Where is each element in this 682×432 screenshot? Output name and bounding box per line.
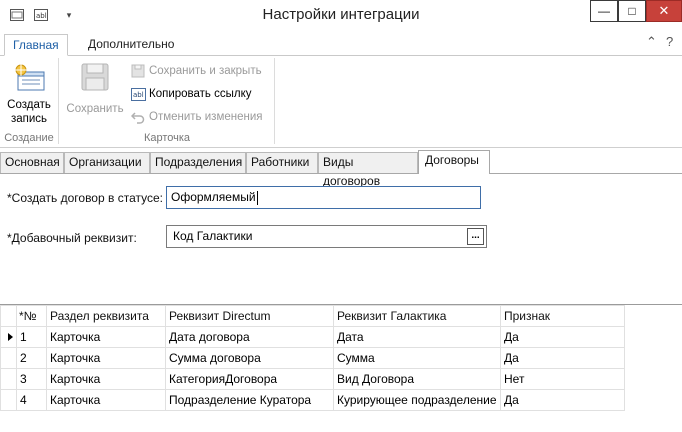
row-header-corner: [0, 305, 17, 327]
column-header-directum[interactable]: Реквизит Directum: [165, 305, 334, 327]
tab-contracts[interactable]: Договоры: [418, 150, 490, 174]
cell-number[interactable]: 3: [16, 368, 47, 390]
column-header-sign[interactable]: Признак: [500, 305, 625, 327]
group-separator: [58, 58, 59, 144]
cell-directum[interactable]: Дата договора: [165, 326, 334, 348]
cell-section[interactable]: Карточка: [46, 368, 166, 390]
table-row[interactable]: 3 Карточка КатегорияДоговора Вид Договор…: [0, 368, 625, 390]
copy-link-button[interactable]: abl Копировать ссылку: [130, 85, 252, 103]
requisite-field[interactable]: Код Галактики ...: [166, 225, 487, 248]
mapping-table: *№ Раздел реквизита Реквизит Directum Ре…: [0, 305, 625, 411]
cell-section[interactable]: Карточка: [46, 389, 166, 411]
form-tabs: Основная Организации Подразделения Работ…: [0, 150, 682, 188]
row-header: [0, 368, 17, 390]
cell-number[interactable]: 2: [16, 347, 47, 369]
column-header-number[interactable]: *№: [16, 305, 47, 327]
ribbon-tabs: Главная Дополнительно ⌃ ?: [0, 30, 682, 56]
close-button[interactable]: ✕: [646, 0, 682, 22]
save-label: Сохранить: [66, 103, 124, 115]
group-label-create: Создание: [4, 132, 54, 144]
requisite-field-label: *Добавочный реквизит:: [7, 231, 137, 245]
save-close-icon: [130, 63, 146, 79]
save-and-close-label: Сохранить и закрыть: [149, 65, 262, 77]
group-separator: [274, 58, 275, 144]
cell-directum[interactable]: Подразделение Куратора: [165, 389, 334, 411]
cell-number[interactable]: 1: [16, 326, 47, 348]
new-record-icon: [15, 64, 45, 91]
copy-link-icon: abl: [130, 86, 146, 102]
cell-galaktika[interactable]: Курирующее подразделение: [333, 389, 501, 411]
help-icon[interactable]: ?: [666, 34, 673, 49]
status-field-value: Оформляемый: [171, 190, 256, 204]
title-bar: abl ▾ Настройки интеграции — □ ✕: [0, 0, 682, 30]
cancel-changes-label: Отменить изменения: [149, 111, 263, 123]
tab-departments[interactable]: Подразделения: [150, 152, 246, 173]
mapping-grid: *№ Раздел реквизита Реквизит Directum Ре…: [0, 304, 682, 432]
save-button[interactable]: Сохранить: [62, 62, 128, 116]
tab-employees[interactable]: Работники: [246, 152, 318, 173]
text-caret: [256, 190, 258, 205]
group-label-card: Карточка: [143, 132, 191, 144]
table-row[interactable]: 4 Карточка Подразделение Куратора Куриру…: [0, 389, 625, 411]
row-header: [0, 389, 17, 411]
cell-galaktika[interactable]: Вид Договора: [333, 368, 501, 390]
cell-sign[interactable]: Да: [500, 326, 625, 348]
requisite-field-value: Код Галактики: [173, 229, 253, 243]
cell-section[interactable]: Карточка: [46, 347, 166, 369]
new-record-button[interactable]: Создать запись: [4, 62, 54, 126]
ribbon-tab-home[interactable]: Главная: [4, 34, 68, 56]
tab-organizations[interactable]: Организации: [64, 152, 150, 173]
cell-section[interactable]: Карточка: [46, 326, 166, 348]
row-header: [0, 347, 17, 369]
tab-main[interactable]: Основная: [0, 152, 64, 173]
svg-text:abl: abl: [133, 91, 144, 99]
cell-sign[interactable]: Да: [500, 389, 625, 411]
new-record-label-line1: Создать: [7, 99, 51, 111]
table-row[interactable]: 2 Карточка Сумма договора Сумма Да: [0, 347, 625, 369]
save-and-close-button[interactable]: Сохранить и закрыть: [130, 62, 262, 80]
copy-link-label: Копировать ссылку: [149, 88, 252, 100]
tab-contract-types[interactable]: Виды договоров: [318, 152, 418, 188]
ellipsis-icon[interactable]: ...: [467, 228, 484, 245]
column-header-galaktika[interactable]: Реквизит Галактика: [333, 305, 501, 327]
maximize-button[interactable]: □: [618, 0, 646, 22]
cell-galaktika[interactable]: Сумма: [333, 347, 501, 369]
cell-sign[interactable]: Нет: [500, 368, 625, 390]
status-field-label: *Создать договор в статусе:: [7, 191, 163, 205]
cell-sign[interactable]: Да: [500, 347, 625, 369]
new-record-label-line2: запись: [10, 113, 48, 125]
cell-number[interactable]: 4: [16, 389, 47, 411]
row-pointer-icon: [0, 326, 17, 348]
save-icon: [81, 63, 109, 91]
table-row[interactable]: 1 Карточка Дата договора Дата Да: [0, 326, 625, 348]
cell-galaktika[interactable]: Дата: [333, 326, 501, 348]
minimize-button[interactable]: —: [590, 0, 618, 22]
cancel-changes-button[interactable]: Отменить изменения: [130, 108, 263, 126]
column-header-section[interactable]: Раздел реквизита: [46, 305, 166, 327]
cell-directum[interactable]: Сумма договора: [165, 347, 334, 369]
ribbon-tab-additional[interactable]: Дополнительно: [80, 34, 182, 56]
status-field[interactable]: Оформляемый: [166, 186, 481, 209]
window-title: Настройки интеграции: [262, 6, 420, 23]
undo-icon: [130, 109, 146, 125]
ribbon-collapse-icon[interactable]: ⌃: [646, 34, 657, 50]
ribbon: Создать запись Создание Сохранить Сохран…: [0, 56, 682, 148]
table-header-row: *№ Раздел реквизита Реквизит Directum Ре…: [0, 305, 625, 327]
cell-directum[interactable]: КатегорияДоговора: [165, 368, 334, 390]
